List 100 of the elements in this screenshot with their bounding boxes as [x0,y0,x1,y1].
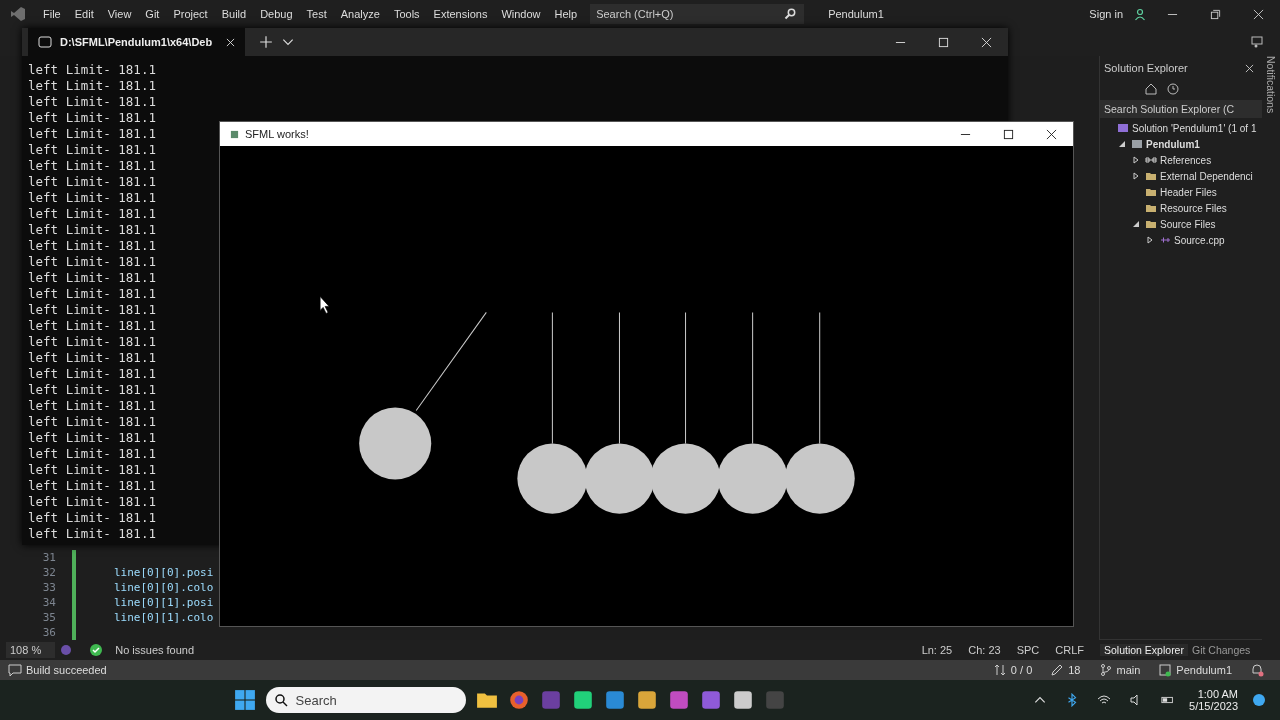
console-line: left Limit- 181.1 [28,430,156,446]
panel-tab[interactable]: Git Changes [1187,644,1255,656]
home-icon[interactable] [1144,82,1158,96]
sync-status[interactable]: 0 / 0 [1010,664,1033,676]
console-line: left Limit- 181.1 [28,222,156,238]
window-title: SFML works! [245,128,309,140]
console-line: left Limit- 181.1 [28,478,156,494]
notifications-tab[interactable]: Notifications [1265,56,1277,114]
console-line: left Limit- 181.1 [28,142,156,158]
restore-icon[interactable] [1210,8,1221,20]
app-icon[interactable] [731,689,754,711]
clock-date[interactable]: 5/15/2023 [1189,700,1238,712]
branch-selector[interactable]: main [1116,664,1141,676]
console-line: left Limit- 181.1 [28,318,156,334]
console-line: left Limit- 181.1 [28,382,156,398]
feedback-icon[interactable] [1250,35,1264,49]
folder-icon [1145,202,1157,214]
search-field[interactable]: Search [265,687,466,713]
sign-in-link[interactable]: Sign in [1089,8,1123,20]
edits-count[interactable]: 18 [1068,664,1081,676]
window-icon [230,129,239,139]
menu-item[interactable]: Test [299,8,334,20]
tree-item[interactable]: Solution 'Pendulum1' (1 of 1 [1132,122,1257,134]
panel-tab[interactable]: Solution Explorer [1100,644,1188,656]
console-line: left Limit- 181.1 [28,510,156,526]
menu-item[interactable]: Analyze [333,8,387,20]
collapsed-arrow-icon[interactable] [1132,172,1140,180]
menu-item[interactable]: Window [494,8,548,20]
menu-item[interactable]: Git [138,8,167,20]
search-field[interactable]: Search Solution Explorer (C [1100,100,1262,118]
line-number: 36 [41,626,56,639]
tree-item[interactable]: Source.cpp [1174,234,1225,246]
menu-item[interactable]: Help [547,8,585,20]
tree-item[interactable]: References [1160,154,1212,166]
search-field[interactable]: Search (Ctrl+Q) [590,4,805,24]
issues-status[interactable]: No issues found [107,644,203,656]
menu-item[interactable]: Debug [253,8,300,20]
console-line: left Limit- 181.1 [28,190,156,206]
plus-icon[interactable] [259,35,274,49]
references-icon [1145,154,1157,166]
branch-icon [1098,663,1113,677]
solution-name: Pendulum1 [828,8,884,20]
search-icon [784,8,797,20]
terminal-icon [38,35,52,49]
menu-item[interactable]: Extensions [426,8,495,20]
line-number: 35 [41,611,56,624]
console-line: left Limit- 181.1 [28,126,156,142]
line-indicator: Ln: 25 [920,644,954,656]
close-icon[interactable] [1046,128,1057,140]
menu-item[interactable]: File [36,8,68,20]
search-icon [273,693,288,707]
menu-item[interactable]: View [100,8,139,20]
clock-time[interactable]: 1:00 AM [1197,688,1238,700]
console-line: left Limit- 181.1 [28,366,156,382]
code-line: line[0][0].posi [114,566,214,579]
collapsed-arrow-icon[interactable] [1132,156,1140,164]
message-icon [8,663,22,677]
pencil-icon [1050,663,1065,677]
browser-icon[interactable] [507,689,530,711]
tree-item[interactable]: Source Files [1160,218,1216,230]
console-line: left Limit- 181.1 [28,174,156,190]
repository-selector[interactable]: Pendulum1 [1176,664,1232,676]
collapsed-arrow-icon[interactable] [1146,236,1154,244]
line-number: 34 [41,596,56,609]
app-icon[interactable] [635,689,658,711]
zoom-dropdown[interactable]: 108 % [6,642,56,658]
clock-icon[interactable] [1166,82,1180,96]
app-icon[interactable] [603,689,626,711]
console-line: left Limit- 181.1 [28,462,156,478]
line-number: 31 [41,551,56,564]
menu-item[interactable]: Tools [386,8,427,20]
folder-icon [1145,218,1157,230]
tree-item[interactable]: Pendulum1 [1146,138,1200,150]
menu-item[interactable]: Project [166,8,215,20]
code-line: line[0][1].colo [114,611,214,624]
menu-item[interactable]: Build [214,8,254,20]
tree-item[interactable]: External Dependenci [1160,170,1253,182]
app-logo-icon [10,6,26,22]
cursor-icon [319,296,330,314]
up-down-arrows-icon [992,663,1007,677]
tree-item[interactable]: Resource Files [1160,202,1227,214]
expanded-arrow-icon[interactable] [1132,220,1140,228]
app-icon[interactable] [571,689,594,711]
tree-item[interactable]: Header Files [1160,186,1217,198]
menu-item[interactable]: Edit [67,8,101,20]
maximize-icon[interactable] [1003,128,1014,140]
console-line: left Limit- 181.1 [28,206,156,222]
line-ending-indicator[interactable]: CRLF [1047,644,1092,656]
expanded-arrow-icon[interactable] [1118,140,1126,148]
terminal-tab[interactable]: D:\SFML\Pendulum1\x64\Deb [28,28,246,56]
console-line: left Limit- 181.1 [28,398,156,414]
console-line: left Limit- 181.1 [28,62,156,78]
code-line: line[0][1].posi [114,596,214,609]
windows-logo-icon[interactable] [233,689,256,711]
panel-title: Solution Explorer [1104,62,1188,74]
folder-icon [1145,186,1157,198]
whitespace-indicator[interactable]: SPC [1008,644,1048,656]
solution-icon [1117,122,1129,134]
bell-icon[interactable] [1250,663,1264,677]
console-line: left Limit- 181.1 [28,302,156,318]
